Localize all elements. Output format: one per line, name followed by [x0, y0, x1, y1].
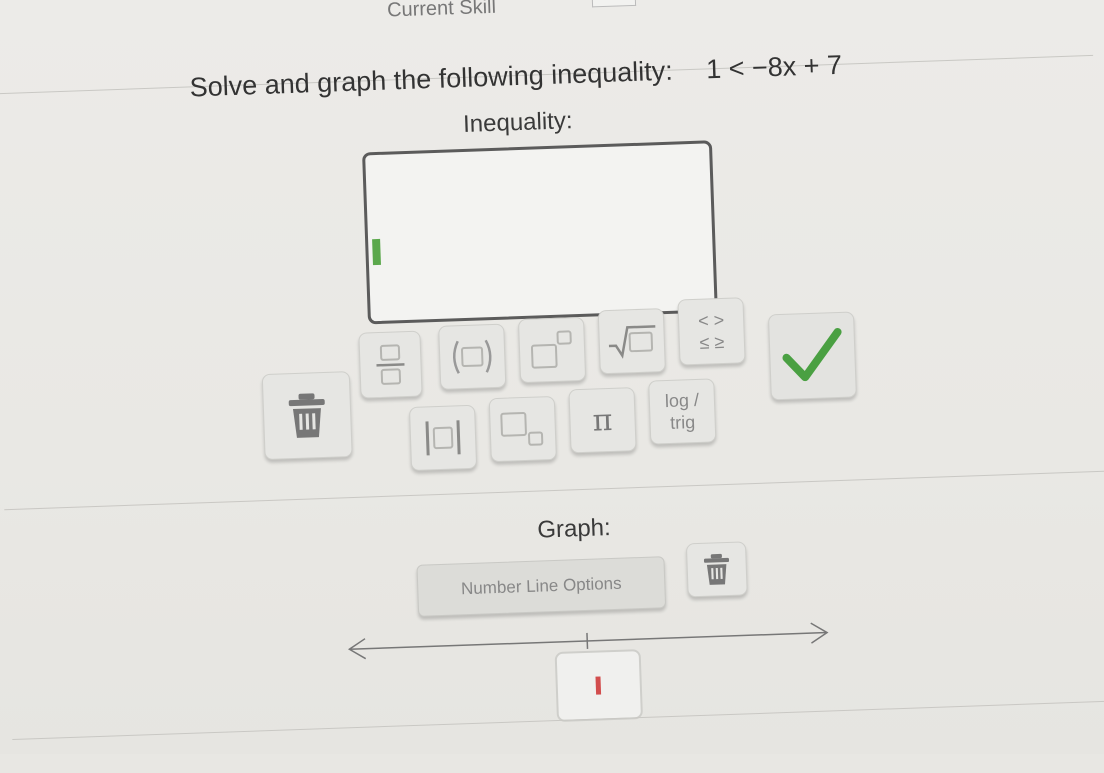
graph-label: Graph: [536, 514, 612, 544]
number-line-options-button[interactable]: Number Line Options [416, 556, 667, 617]
fraction-button[interactable] [358, 330, 423, 399]
log-label: log / [664, 389, 700, 412]
pi-symbol: π [592, 402, 614, 439]
sqrt-button[interactable] [597, 308, 666, 375]
submit-check-button[interactable] [767, 311, 857, 401]
trash-icon [703, 553, 730, 585]
exponent-button[interactable] [517, 316, 587, 384]
clear-button[interactable] [261, 371, 353, 461]
inequality-symbols-top: < > [697, 309, 725, 331]
number-line-options-label: Number Line Options [460, 573, 622, 599]
fraction-icon [376, 344, 405, 385]
log-trig-button[interactable]: log / trig [648, 378, 717, 445]
trash-icon [288, 393, 325, 438]
header-tab[interactable] [591, 0, 637, 8]
parentheses-button[interactable] [438, 323, 507, 390]
point-marker-icon [595, 676, 602, 695]
number-line-tick [586, 632, 589, 649]
inequality-symbols-button[interactable]: < > ≤ ≥ [677, 297, 746, 366]
number-line-axis [349, 631, 828, 650]
absolute-value-button[interactable] [408, 404, 478, 471]
pi-button[interactable]: π [568, 387, 637, 454]
problem-expression: 1 < −8x + 7 [705, 49, 843, 85]
absolute-value-icon [425, 420, 461, 456]
trig-label: trig [669, 412, 696, 433]
checkmark-icon [782, 328, 842, 382]
header-partial-title: Current Skill [386, 0, 497, 22]
middle-divider [4, 470, 1104, 511]
subscript-icon [500, 412, 544, 446]
point-marker-tool[interactable] [554, 649, 643, 723]
square-root-icon [608, 325, 656, 359]
exponent-icon [530, 330, 572, 369]
inequality-symbols-bottom: ≤ ≥ [699, 331, 725, 353]
inequality-label: Inequality: [462, 107, 573, 138]
graph-clear-button[interactable] [685, 541, 748, 598]
subscript-button[interactable] [488, 395, 557, 463]
inequality-answer-input[interactable] [362, 140, 718, 325]
problem-statement: Solve and graph the following inequality… [189, 50, 842, 104]
problem-prompt: Solve and graph the following inequality… [189, 55, 674, 103]
text-cursor [372, 238, 381, 266]
parentheses-icon [453, 339, 492, 374]
problem-panel: Current Skill Solve and graph the follow… [0, 0, 1104, 773]
